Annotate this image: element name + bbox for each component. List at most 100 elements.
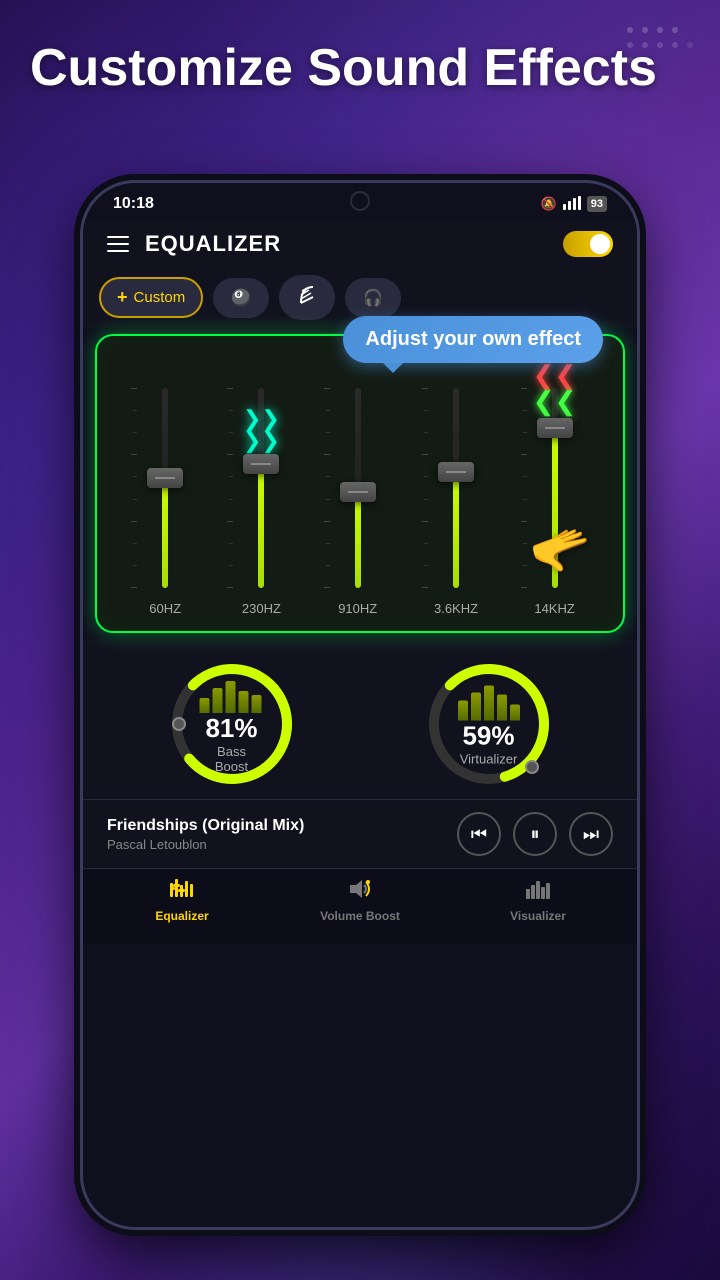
app-title: EQUALIZER [145,231,281,257]
eq-band-60hz: 60HZ [145,388,185,616]
main-title: Customize Sound Effects [30,40,690,97]
next-button[interactable]: ⏭ [569,812,613,856]
vbar-3 [484,686,494,721]
slider-handle-60hz[interactable] [147,468,183,488]
player-controls: ⏮ ⏸ ⏭ [457,812,613,856]
harp-icon [297,285,317,310]
slider-track-60hz [162,388,168,588]
nav-equalizer[interactable]: Equalizer [93,879,271,923]
slider-track-3k6hz [453,388,459,588]
eq-band-230hz: ❯❯❯❯ 230HZ [241,388,281,616]
bottom-nav: Equalizer Volume Boost [83,868,637,943]
prev-button[interactable]: ⏮ [457,812,501,856]
eq-label-14khz: 14KHZ [534,601,574,616]
battery-icon: 93 [587,196,607,212]
bar-1 [199,698,209,713]
ruler-910hz [324,388,330,588]
nav-visualizer[interactable]: Visualizer [449,879,627,923]
menu-button[interactable] [107,236,129,252]
slider-track-container-230hz[interactable]: ❯❯❯❯ [241,388,281,588]
virtualizer-center: 59% Virtualizer [458,682,520,767]
bass-boost-knob[interactable]: 81% Bass Boost [167,659,297,789]
tab-custom[interactable]: + Custom [99,277,203,318]
slider-fill-60hz [162,478,168,588]
status-time: 10:18 [113,195,154,213]
plus-icon: + [117,287,128,308]
equalizer-icon [170,879,194,905]
bass-boost-ring: 81% Bass Boost [167,659,297,789]
eq-label-3k6hz: 3.6KHZ [434,601,478,616]
bass-icon: 🎱 [231,288,251,308]
bass-boost-dot [172,717,186,731]
eq-band-910hz: 910HZ [338,388,378,616]
knob-section: 81% Bass Boost [83,639,637,799]
slider-handle-14khz[interactable] [537,418,573,438]
slider-handle-3k6hz[interactable] [438,462,474,482]
virtualizer-knob[interactable]: 59% Virtualizer [424,659,554,789]
eq-band-3k6hz: 3.6KHZ [434,388,478,616]
song-title: Friendships (Original Mix) [107,817,457,835]
tab-headphone[interactable]: 🎧 [345,278,401,318]
arrow-down-230hz: ❯❯❯❯ [243,408,280,452]
hamburger-line-2 [107,243,129,245]
power-toggle[interactable] [563,231,613,257]
song-artist: Pascal Letoublon [107,837,457,852]
vbar-2 [471,693,481,721]
battery-level: 93 [591,198,603,210]
tab-custom-label: Custom [134,289,186,306]
bar-5 [251,695,261,713]
bass-boost-value: 81% [199,713,264,744]
bass-boost-bars [199,678,264,713]
ruler-230hz [227,388,233,588]
phone-screen: 10:18 🔕 93 [83,183,637,1227]
slider-track-910hz [355,388,361,588]
signal-icon [563,196,581,213]
header-left: EQUALIZER [107,231,281,257]
bar-4 [238,691,248,713]
vbar-4 [497,695,507,721]
tooltip-bubble: Adjust your own effect [343,316,603,363]
pause-button[interactable]: ⏸ [513,812,557,856]
ruler-3k6hz [422,388,428,588]
pause-icon: ⏸ [531,824,540,845]
bass-boost-label: Bass Boost [199,744,264,774]
bar-2 [212,688,222,713]
nav-volume-boost[interactable]: Volume Boost [271,879,449,923]
hamburger-line-1 [107,236,129,238]
song-info: Friendships (Original Mix) Pascal Letoub… [107,817,457,852]
slider-handle-230hz[interactable] [243,454,279,474]
nav-volume-boost-label: Volume Boost [320,909,400,923]
eq-label-910hz: 910HZ [338,601,377,616]
tab-harp[interactable] [279,275,335,320]
status-icons: 🔕 93 [541,196,607,213]
vbar-5 [510,705,520,721]
eq-panel: Adjust your own effect [95,334,625,633]
eq-label-230hz: 230HZ [242,601,281,616]
slider-fill-910hz [355,492,361,588]
vbar-1 [458,701,468,721]
slider-track-container-3k6hz[interactable] [436,388,476,588]
virtualizer-value: 59% [458,721,520,752]
ruler-60hz [131,388,137,588]
tab-bass[interactable]: 🎱 [213,278,269,318]
camera-notch [350,191,370,211]
eq-sliders: 60HZ [107,356,613,616]
app-header: EQUALIZER [83,221,637,267]
slider-fill-3k6hz [453,472,459,588]
virtualizer-dot [525,760,539,774]
virtualizer-label: Virtualizer [458,752,520,767]
next-icon: ⏭ [583,824,599,845]
ruler-14khz [521,388,527,588]
tooltip-text: Adjust your own effect [365,328,581,350]
slider-fill-230hz [258,464,264,588]
slider-track-container-910hz[interactable] [338,388,378,588]
slider-track-container-60hz[interactable] [145,388,185,588]
hamburger-line-3 [107,250,129,252]
phone-frame: 10:18 🔕 93 [80,180,640,1230]
slider-handle-910hz[interactable] [340,482,376,502]
wifi-icon: 🔕 [541,196,557,212]
nav-visualizer-label: Visualizer [510,909,566,923]
arrow-up-14khz: ❮❮ ❮❮ [533,362,577,414]
headphone-icon: 🎧 [363,288,383,308]
volume-boost-icon [348,879,372,905]
